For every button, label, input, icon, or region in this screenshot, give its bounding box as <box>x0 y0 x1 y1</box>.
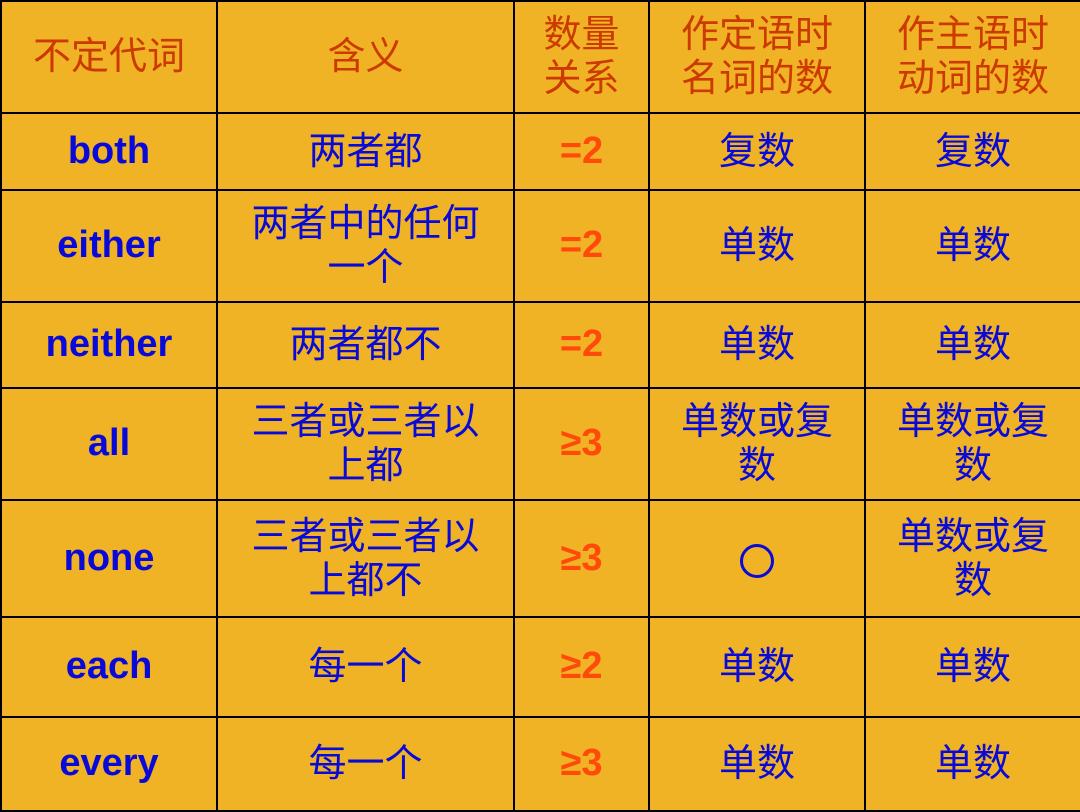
pronoun-table: 不定代词 含义 数量关系 作定语时名词的数 作主语时动词的数 both 两者都 … <box>0 0 1080 812</box>
verb-number-cell: 单数 <box>864 616 1080 718</box>
pronoun-cell: each <box>0 616 218 718</box>
relation-cell: =2 <box>513 112 650 191</box>
table-row: both 两者都 =2 复数 复数 <box>0 112 1080 191</box>
table-row: all 三者或三者以上都 ≥3 单数或复数 单数或复数 <box>0 387 1080 501</box>
pronoun-cell: both <box>0 112 218 191</box>
relation-cell: ≥3 <box>513 499 650 618</box>
verb-number-cell: 单数 <box>864 189 1080 303</box>
pronoun-cell: all <box>0 387 218 501</box>
pronoun-cell: either <box>0 189 218 303</box>
table-row: none 三者或三者以上都不 ≥3 单数或复数 <box>0 499 1080 618</box>
header-meaning: 含义 <box>216 0 515 114</box>
header-row: 不定代词 含义 数量关系 作定语时名词的数 作主语时动词的数 <box>0 0 1080 114</box>
verb-number-cell: 复数 <box>864 112 1080 191</box>
verb-number-cell: 单数 <box>864 301 1080 389</box>
meaning-cell: 每一个 <box>216 716 515 812</box>
meaning-cell: 每一个 <box>216 616 515 718</box>
verb-number-cell: 单数 <box>864 716 1080 812</box>
table-row: every 每一个 ≥3 单数 单数 <box>0 716 1080 812</box>
noun-number-cell: 单数 <box>648 301 866 389</box>
noun-number-cell: 单数 <box>648 189 866 303</box>
header-verb-number: 作主语时动词的数 <box>864 0 1080 114</box>
noun-number-cell: 复数 <box>648 112 866 191</box>
relation-cell: =2 <box>513 189 650 303</box>
noun-number-cell: 单数 <box>648 716 866 812</box>
meaning-cell: 三者或三者以上都不 <box>216 499 515 618</box>
circle-icon <box>740 544 774 579</box>
noun-number-cell <box>648 499 866 618</box>
table-row: neither 两者都不 =2 单数 单数 <box>0 301 1080 389</box>
verb-number-cell: 单数或复数 <box>864 387 1080 501</box>
meaning-cell: 三者或三者以上都 <box>216 387 515 501</box>
relation-cell: ≥2 <box>513 616 650 718</box>
header-pronoun: 不定代词 <box>0 0 218 114</box>
relation-cell: ≥3 <box>513 716 650 812</box>
noun-number-cell: 单数 <box>648 616 866 718</box>
header-relation: 数量关系 <box>513 0 650 114</box>
relation-cell: =2 <box>513 301 650 389</box>
header-noun-number: 作定语时名词的数 <box>648 0 866 114</box>
table-row: either 两者中的任何一个 =2 单数 单数 <box>0 189 1080 303</box>
meaning-cell: 两者都 <box>216 112 515 191</box>
pronoun-cell: none <box>0 499 218 618</box>
table-row: each 每一个 ≥2 单数 单数 <box>0 616 1080 718</box>
relation-cell: ≥3 <box>513 387 650 501</box>
noun-number-cell: 单数或复数 <box>648 387 866 501</box>
verb-number-cell: 单数或复数 <box>864 499 1080 618</box>
meaning-cell: 两者都不 <box>216 301 515 389</box>
pronoun-cell: neither <box>0 301 218 389</box>
pronoun-cell: every <box>0 716 218 812</box>
meaning-cell: 两者中的任何一个 <box>216 189 515 303</box>
